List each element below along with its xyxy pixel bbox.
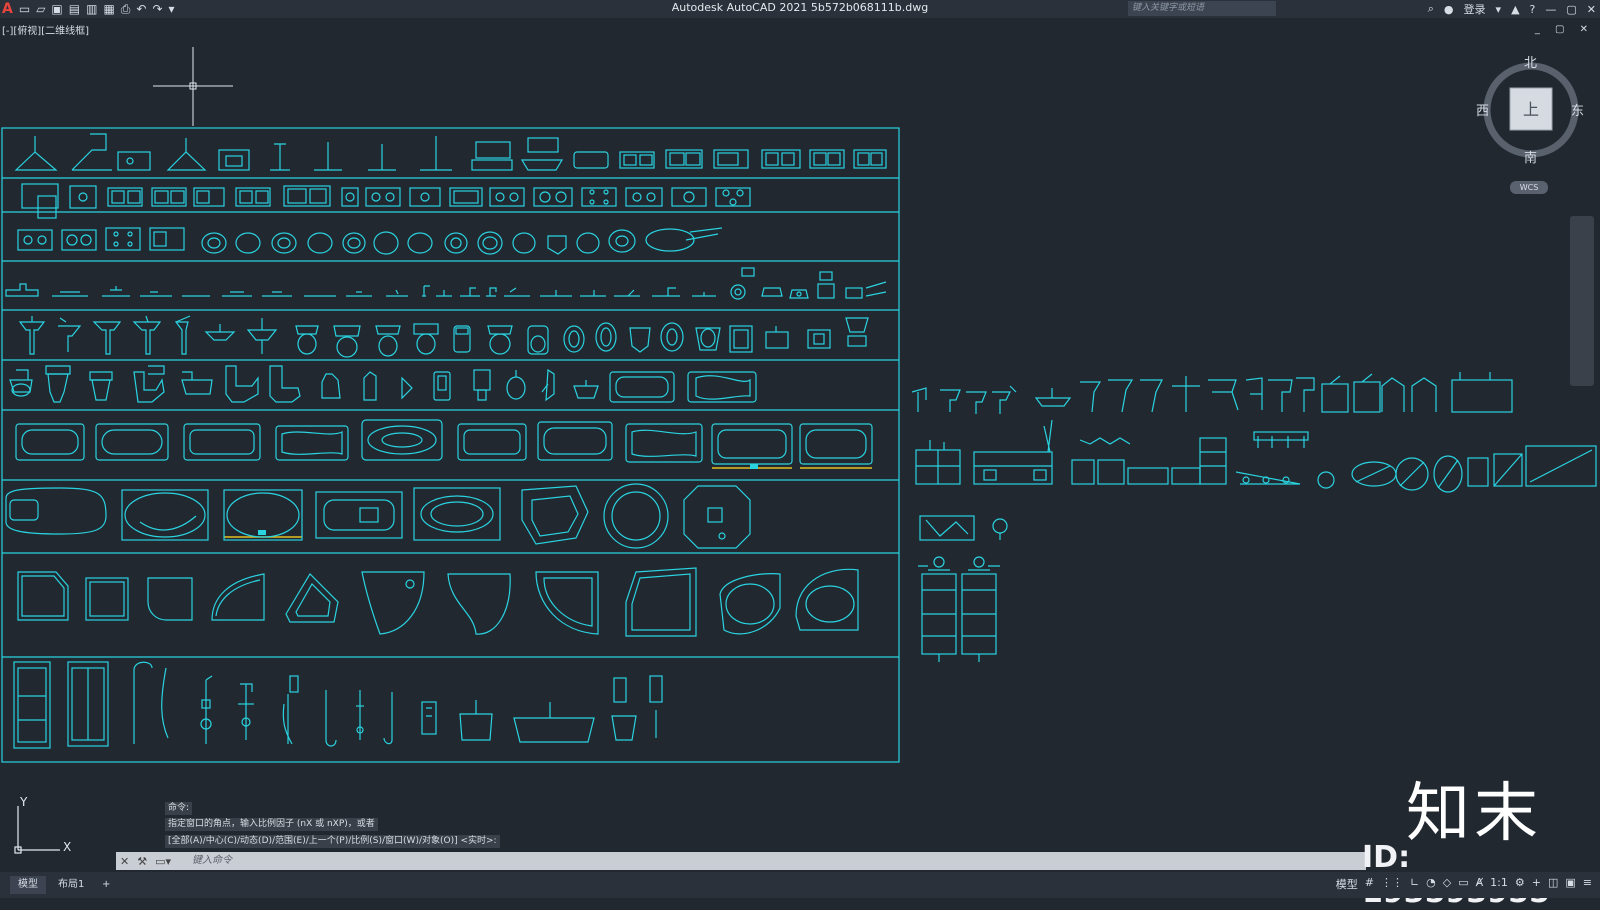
range-hoods-sinks-row: [14, 133, 887, 171]
viewcube-face-label: 上: [1523, 100, 1539, 119]
navigation-bar[interactable]: [1570, 216, 1594, 386]
snap-icon[interactable]: ⋮⋮: [1381, 876, 1403, 892]
command-history-line-1: 命令:: [165, 802, 193, 815]
lineweight-icon[interactable]: ▭: [1458, 876, 1468, 892]
annotation-icon[interactable]: Ⱥ: [1476, 876, 1484, 892]
command-history-line-2: 指定窗口的角点，输入比例因子 (nX 或 nXP)，或者: [165, 818, 378, 831]
ortho-icon[interactable]: ∟: [1410, 876, 1419, 892]
sinks-cooktops-row: [21, 183, 751, 219]
compass-south[interactable]: 南: [1524, 147, 1537, 166]
command-recent-icon[interactable]: ▭▾: [155, 855, 171, 868]
command-input[interactable]: 键入命令: [192, 853, 232, 869]
shower-trays-row: [17, 567, 859, 637]
vanity-units-group: [911, 372, 1597, 662]
tab-model[interactable]: 模型: [10, 876, 46, 894]
customize-menu-icon[interactable]: ≡: [1583, 876, 1592, 892]
basins-row: [17, 227, 723, 255]
command-history-line-3: [全部(A)/中心(C)/动态(D)/范围(E)/上一个(P)/比例(S)/窗口…: [165, 835, 500, 848]
add-icon[interactable]: +: [1532, 876, 1541, 892]
command-close-icon[interactable]: ✕: [120, 855, 129, 868]
command-line-icons: ✕ ⚒ ▭▾: [116, 852, 171, 870]
command-line[interactable]: [116, 852, 1366, 870]
isolate-icon[interactable]: ◫: [1548, 876, 1558, 892]
annotation-scale-button[interactable]: 1:1: [1490, 876, 1508, 892]
shower-fixtures-row: [13, 661, 663, 749]
polar-icon[interactable]: ◔: [1426, 876, 1436, 892]
fullscreen-icon[interactable]: ▣: [1565, 876, 1575, 892]
faucets-row: [5, 267, 887, 300]
pedestal-basins-toilets-row: [18, 315, 869, 358]
status-tools: 模型 # ⋮⋮ ∟ ◔ ◇ ▭ Ⱥ 1:1 ⚙ + ◫ ▣ ≡: [1336, 876, 1592, 892]
tab-layout1[interactable]: 布局1: [50, 876, 92, 894]
wcs-menu-button[interactable]: WCS: [1510, 181, 1548, 194]
grip-marker-2: [258, 530, 266, 535]
ucs-y-label: Y: [20, 795, 28, 809]
drawing-canvas[interactable]: 上: [0, 0, 1600, 872]
model-space-button[interactable]: 模型: [1336, 876, 1358, 892]
grip-marker: [750, 464, 758, 469]
ucs-icon: [14, 806, 60, 854]
bathtubs-row: [15, 419, 873, 465]
toilets-side-row: [9, 365, 757, 403]
compass-west[interactable]: 西: [1476, 100, 1489, 119]
osnap-icon[interactable]: ◇: [1443, 876, 1451, 892]
compass-east[interactable]: 东: [1571, 100, 1584, 119]
grid-icon[interactable]: #: [1365, 876, 1374, 892]
selected-highlight: [224, 467, 872, 538]
crosshair-cursor: [153, 47, 233, 126]
ucs-x-label: X: [63, 840, 72, 854]
tab-add-layout[interactable]: +: [94, 876, 118, 894]
oval-bathtubs-row: [5, 483, 751, 549]
compass-north[interactable]: 北: [1524, 52, 1537, 71]
settings-gear-icon[interactable]: ⚙: [1515, 876, 1525, 892]
block-library-frame: [1, 127, 900, 763]
command-customize-icon[interactable]: ⚒: [137, 855, 147, 868]
